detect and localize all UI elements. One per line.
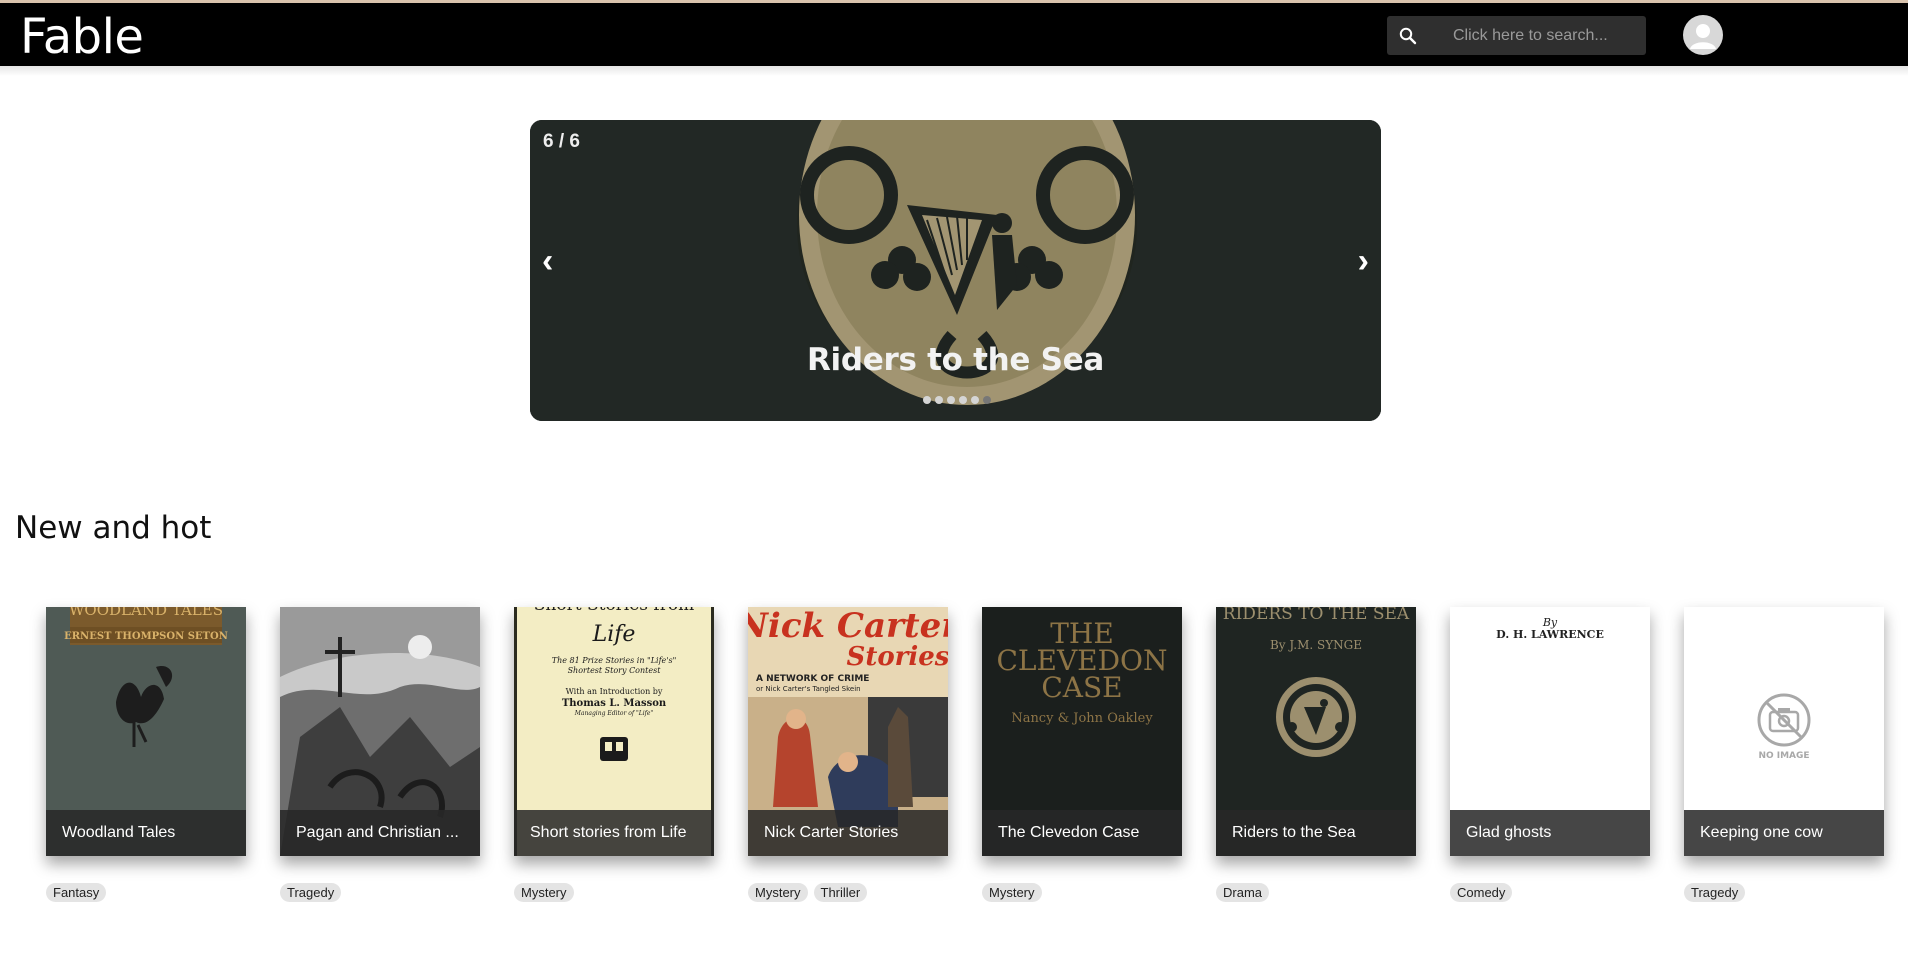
svg-text:D. H. LAWRENCE: D. H. LAWRENCE — [1496, 628, 1604, 641]
navbar: Fable — [0, 3, 1908, 66]
carousel-dot[interactable] — [935, 396, 943, 404]
tag-list: Tragedy — [280, 883, 342, 902]
carousel-dots — [923, 396, 991, 404]
svg-text:The 81 Prize Stories in "Life': The 81 Prize Stories in "Life's" — [552, 656, 677, 665]
svg-text:Thomas L. Masson: Thomas L. Masson — [562, 698, 667, 709]
book-title[interactable]: Keeping one cow — [1684, 810, 1884, 856]
search-box[interactable] — [1387, 16, 1646, 55]
carousel-prev-button[interactable]: ‹ — [542, 244, 553, 278]
genre-tag[interactable]: Thriller — [813, 883, 868, 902]
book-cover[interactable]: Pagan and Christian ... — [280, 607, 480, 856]
book-cover[interactable]: WOODLAND TALES ERNEST THOMPSON SETON Woo… — [46, 607, 246, 856]
book-cover[interactable]: THE CLEVEDON CASE Nancy & John Oakley Th… — [982, 607, 1182, 856]
tag-list: Tragedy — [1684, 883, 1746, 902]
book-cover[interactable]: NO IMAGE Keeping one cow — [1684, 607, 1884, 856]
section-title: New and hot — [15, 510, 212, 546]
svg-text:WOODLAND TALES: WOODLAND TALES — [69, 607, 223, 619]
book-cover[interactable]: Short Stories from Life The 81 Prize Sto… — [514, 607, 714, 856]
search-input[interactable] — [1435, 16, 1640, 55]
book-cover[interactable]: RIDERS TO THE SEA By J.M. SYNGE Riders t… — [1216, 607, 1416, 856]
svg-text:Nick Carter: Nick Carter — [748, 607, 948, 646]
book-title[interactable]: Woodland Tales — [46, 810, 246, 856]
svg-text:or Nick Carter's Tangled Skein: or Nick Carter's Tangled Skein — [756, 685, 861, 693]
tag-list: Drama — [1216, 883, 1270, 902]
user-avatar-icon[interactable] — [1683, 15, 1723, 55]
svg-text:Managing Editor of "Life": Managing Editor of "Life" — [574, 710, 654, 717]
svg-text:Nancy & John Oakley: Nancy & John Oakley — [1011, 711, 1153, 726]
tag-list: Mystery — [514, 883, 574, 902]
genre-tag[interactable]: Comedy — [1450, 883, 1513, 902]
carousel-dot[interactable] — [947, 396, 955, 404]
svg-text:Shortest Story Contest: Shortest Story Contest — [568, 666, 662, 675]
genre-tag[interactable]: Fantasy — [46, 883, 107, 902]
book-title[interactable]: The Clevedon Case — [982, 810, 1182, 856]
carousel-dot[interactable] — [923, 396, 931, 404]
tag-list: Mystery Thriller — [748, 883, 868, 902]
carousel-next-button[interactable]: › — [1358, 244, 1369, 278]
book-cover[interactable]: By D. H. LAWRENCE Glad ghosts — [1450, 607, 1650, 856]
svg-text:A NETWORK OF CRIME: A NETWORK OF CRIME — [756, 674, 869, 684]
book-title[interactable]: Glad ghosts — [1450, 810, 1650, 856]
genre-tag[interactable]: Tragedy — [1684, 883, 1746, 902]
svg-text:CASE: CASE — [1041, 671, 1122, 704]
svg-text:RIDERS TO THE SEA: RIDERS TO THE SEA — [1223, 607, 1410, 624]
book-cover[interactable]: Nick Carter Stories A NETWORK OF CRIME o… — [748, 607, 948, 856]
search-icon — [1399, 27, 1417, 45]
svg-text:NO IMAGE: NO IMAGE — [1758, 751, 1809, 761]
book-title[interactable]: Nick Carter Stories — [748, 810, 948, 856]
slide-title[interactable]: Riders to the Sea — [530, 342, 1381, 378]
svg-text:By J.M. SYNGE: By J.M. SYNGE — [1270, 638, 1362, 652]
genre-tag[interactable]: Mystery — [514, 883, 574, 902]
book-title[interactable]: Pagan and Christian ... — [280, 810, 480, 856]
carousel-dot[interactable] — [959, 396, 967, 404]
carousel-dot-active[interactable] — [983, 396, 991, 404]
svg-text:Life: Life — [592, 622, 636, 647]
genre-tag[interactable]: Mystery — [748, 883, 808, 902]
navbar-shadow — [0, 66, 1908, 76]
slide-counter: 6 / 6 — [543, 131, 580, 152]
genre-tag[interactable]: Tragedy — [280, 883, 342, 902]
app-logo[interactable]: Fable — [20, 8, 144, 66]
svg-text:With an Introduction by: With an Introduction by — [566, 687, 663, 696]
genre-tag[interactable]: Mystery — [982, 883, 1042, 902]
tag-list: Fantasy — [46, 883, 107, 902]
book-title[interactable]: Short stories from Life — [514, 810, 714, 856]
carousel-dot[interactable] — [971, 396, 979, 404]
book-title[interactable]: Riders to the Sea — [1216, 810, 1416, 856]
tag-list: Mystery — [982, 883, 1042, 902]
genre-tag[interactable]: Drama — [1216, 883, 1270, 902]
featured-carousel: 6 / 6 ‹ › Riders to the Sea — [530, 120, 1381, 421]
tag-list: Comedy — [1450, 883, 1513, 902]
svg-text:Short Stories from: Short Stories from — [534, 607, 694, 615]
svg-text:Stories: Stories — [847, 642, 948, 672]
svg-text:ERNEST THOMPSON SETON: ERNEST THOMPSON SETON — [64, 631, 228, 642]
